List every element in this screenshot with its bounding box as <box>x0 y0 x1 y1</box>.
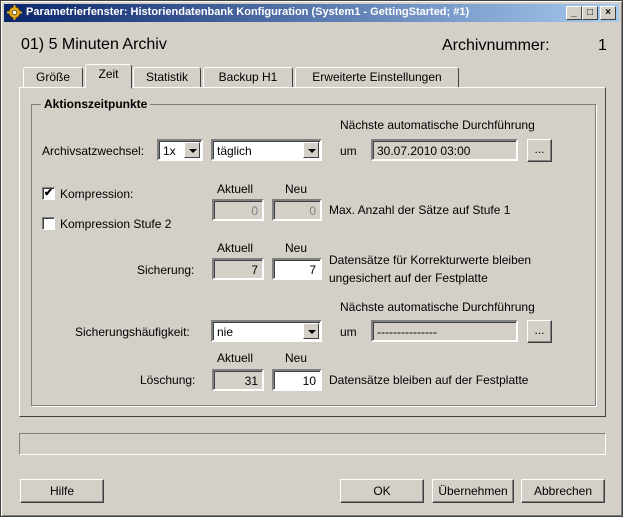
ok-button[interactable]: OK <box>340 479 424 503</box>
tab-erweiterte-einstellungen[interactable]: Erweiterte Einstellungen <box>295 67 459 88</box>
group-title: Aktionszeitpunkte <box>41 97 151 111</box>
tab-backup-h1[interactable]: Backup H1 <box>203 67 293 88</box>
next-backup-field: --------------- <box>371 320 518 342</box>
aktuell-header: Aktuell <box>217 182 254 196</box>
sicherung-aktuell-field: 7 <box>212 258 264 280</box>
gear-icon <box>7 5 22 20</box>
dialog-window: Parametrierfenster: Historiendatenbank K… <box>0 0 623 517</box>
neu-header: Neu <box>285 351 308 365</box>
loeschung-neu-field[interactable]: 10 <box>272 369 322 391</box>
maximize-button[interactable]: □ <box>582 6 598 20</box>
sicherungshaeufigkeit-label: Sicherungshäufigkeit: <box>75 325 190 339</box>
window-title: Parametrierfenster: Historiendatenbank K… <box>26 6 470 18</box>
archivsatzwechsel-label: Archivsatzwechsel: <box>42 144 145 158</box>
next-execution-label: Nächste automatische Durchführung <box>340 118 535 132</box>
interval-value: täglich <box>217 144 252 158</box>
chevron-down-icon[interactable] <box>303 323 319 339</box>
kompression-checkbox[interactable]: ✔ <box>42 187 55 200</box>
minimize-button[interactable]: _ <box>566 6 582 20</box>
multiplier-value: 1x <box>163 144 176 158</box>
abbrechen-button[interactable]: Abbrechen <box>521 479 605 503</box>
kompression-label: Kompression: <box>60 187 134 201</box>
next-execution-field: 30.07.2010 03:00 <box>371 139 518 161</box>
kompression-stufe2-label: Kompression Stufe 2 <box>60 217 172 231</box>
uebernehmen-button[interactable]: Übernehmen <box>432 479 514 503</box>
title-bar[interactable]: Parametrierfenster: Historiendatenbank K… <box>4 4 619 22</box>
neu-header: Neu <box>285 241 308 255</box>
tab-statistik[interactable]: Statistik <box>133 67 201 88</box>
archivnummer-label: Archivnummer: <box>442 37 550 54</box>
archivnummer-value: 1 <box>598 37 607 54</box>
next-execution-label: Nächste automatische Durchführung <box>340 300 535 314</box>
tab-zeit[interactable]: Zeit <box>85 64 132 89</box>
sicherung-description-line1: Datensätze für Korrekturwerte bleiben <box>329 253 532 267</box>
archive-title: 01) 5 Minuten Archiv <box>21 36 167 53</box>
loeschung-label: Löschung: <box>140 373 196 387</box>
um-label: um <box>340 144 357 158</box>
hilfe-button[interactable]: Hilfe <box>20 479 104 503</box>
status-bar <box>19 433 606 455</box>
archivsatzwechsel-interval-select[interactable]: täglich <box>211 139 322 161</box>
sicherungshaeufigkeit-select[interactable]: nie <box>211 320 322 342</box>
sicherungshaeufigkeit-value: nie <box>217 325 234 339</box>
close-button[interactable]: × <box>600 6 616 20</box>
sicherung-label: Sicherung: <box>137 263 195 277</box>
neu-header: Neu <box>285 182 308 196</box>
sicherung-neu-field[interactable]: 7 <box>272 258 322 280</box>
aktuell-header: Aktuell <box>217 351 254 365</box>
sicherung-description-line2: ungesichert auf der Festplatte <box>329 271 488 285</box>
archivsatzwechsel-multiplier-select[interactable]: 1x <box>157 139 203 161</box>
um-label: um <box>340 325 357 339</box>
chevron-down-icon[interactable] <box>184 142 200 158</box>
loeschung-description: Datensätze bleiben auf der Festplatte <box>329 373 529 387</box>
tab-groesse[interactable]: Größe <box>23 67 83 88</box>
kompression-neu-field[interactable]: 0 <box>272 199 322 221</box>
kompression-stufe2-checkbox[interactable] <box>42 217 55 230</box>
kompression-description: Max. Anzahl der Sätze auf Stufe 1 <box>329 203 511 217</box>
chevron-down-icon[interactable] <box>303 142 319 158</box>
kompression-aktuell-field: 0 <box>212 199 264 221</box>
loeschung-aktuell-field: 31 <box>212 369 264 391</box>
aktuell-header: Aktuell <box>217 241 254 255</box>
browse-button[interactable]: ... <box>527 320 552 343</box>
browse-button[interactable]: ... <box>527 139 552 162</box>
